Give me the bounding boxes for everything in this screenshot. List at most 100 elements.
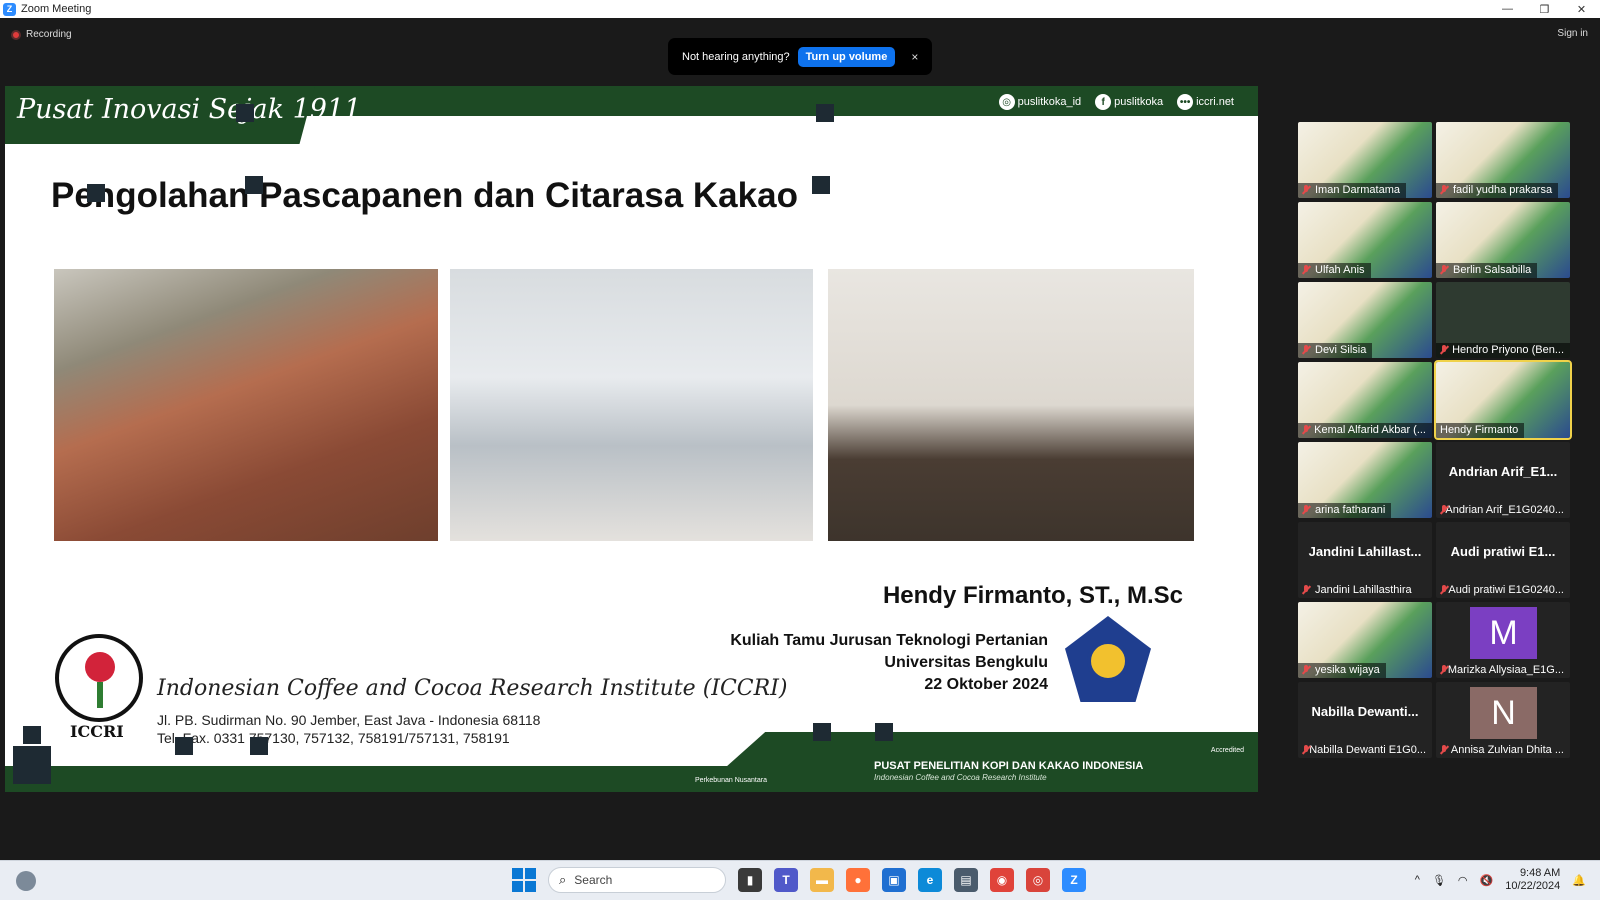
close-button[interactable]: ✕ (1563, 0, 1600, 18)
social-instagram-text: puslitkoka_id (1017, 96, 1082, 108)
presenter-name: Hendy Firmanto, ST., M.Sc (882, 582, 1183, 609)
slide-social-links: ◎ puslitkoka_id f puslitkoka ••• iccri.n… (998, 94, 1234, 110)
sign-in-link[interactable]: Sign in (1557, 28, 1588, 39)
window-controls: — ❐ ✕ (1489, 0, 1600, 18)
footer-accredited: Accredited (1210, 747, 1244, 754)
occlusion-square (813, 723, 831, 741)
audio-toast: Not hearing anything? Turn up volume × (668, 38, 932, 75)
university-emblem-icon (1065, 616, 1151, 702)
clock-time: 9:48 AM (1519, 867, 1561, 879)
file-explorer-window-icon[interactable]: ▮ (738, 868, 762, 892)
taskbar-search[interactable]: ⌕ Search (548, 867, 726, 893)
wifi-icon[interactable]: ◠ (1458, 874, 1468, 887)
participant-name: Berlin Salsabilla (1436, 263, 1538, 278)
toast-close-icon[interactable]: × (911, 50, 918, 64)
turn-up-volume-button[interactable]: Turn up volume (797, 46, 896, 67)
participant-big-name: Andrian Arif_E1... (1448, 464, 1558, 479)
speaker-muted-icon[interactable]: 🔇 (1480, 874, 1494, 887)
participant-tile[interactable]: N Annisa Zulvian Dhita ... (1436, 682, 1570, 758)
mic-muted-icon (1440, 265, 1448, 275)
footer-left-label: Perkebunan Nusantara (695, 777, 767, 784)
participant-name: Iman Darmatama (1298, 183, 1406, 198)
occlusion-square (13, 746, 51, 784)
participant-tile[interactable]: Audi pratiwi E1... Audi pratiwi E1G0240..… (1436, 522, 1570, 598)
footer-title: PUSAT PENELITIAN KOPI DAN KAKAO INDONESI… (874, 760, 1144, 772)
participant-tile[interactable]: Hendro Priyono (Ben... (1436, 282, 1570, 358)
mic-muted-icon (1302, 585, 1310, 595)
participant-name: yesika wijaya (1298, 663, 1386, 678)
participant-name: Hendro Priyono (Ben... (1436, 343, 1570, 358)
instagram-icon: ◎ (998, 94, 1015, 110)
participant-name: Audi pratiwi E1G0240... (1436, 583, 1570, 598)
participant-tile[interactable]: Andrian Arif_E1... Andrian Arif_E1G0240..… (1436, 442, 1570, 518)
remote-desktop-icon[interactable]: ▤ (954, 868, 978, 892)
minimize-button[interactable]: — (1489, 0, 1526, 18)
occlusion-square (175, 737, 193, 755)
recording-label: Recording (26, 29, 72, 40)
recording-indicator[interactable]: Recording (11, 29, 72, 40)
participant-tile[interactable]: arina fatharani (1298, 442, 1432, 518)
start-button[interactable] (512, 868, 536, 892)
chrome-alt-icon[interactable]: ◎ (1026, 868, 1050, 892)
mic-muted-icon (1440, 585, 1447, 595)
occlusion-square (875, 723, 893, 741)
tray-chevron-icon[interactable]: ^ (1415, 874, 1420, 886)
mic-muted-icon (1440, 745, 1446, 755)
participant-tile[interactable]: M Marizka Allysiaa_E1G... (1436, 602, 1570, 678)
occlusion-square (816, 104, 834, 122)
social-web: ••• iccri.net (1177, 94, 1234, 110)
participant-tile[interactable]: Iman Darmatama (1298, 122, 1432, 198)
participant-tile[interactable]: Devi Silsia (1298, 282, 1432, 358)
participant-tile[interactable]: yesika wijaya (1298, 602, 1432, 678)
social-web-text: iccri.net (1196, 96, 1234, 108)
mic-muted-icon (1440, 345, 1447, 355)
mic-muted-icon (1302, 665, 1310, 675)
taskbar-apps: ⌕ Search ▮ T ▬ ● ▣ e ▤ ◉ ◎ Z (512, 867, 1086, 893)
participant-name: Hendy Firmanto (1436, 423, 1525, 438)
window-titlebar: Z Zoom Meeting — ❐ ✕ (0, 0, 1600, 18)
shared-screen-slide: Pusat Inovasi Sejak 1911 ◎ puslitkoka_id… (5, 86, 1258, 792)
participant-tile[interactable]: fadil yudha prakarsa (1436, 122, 1570, 198)
participant-tile[interactable]: Berlin Salsabilla (1436, 202, 1570, 278)
participant-name: Nabilla Dewanti E1G0... (1298, 743, 1432, 758)
participant-tile[interactable]: Kemal Alfarid Akbar (... (1298, 362, 1432, 438)
folder-icon[interactable]: ▬ (810, 868, 834, 892)
teams-icon[interactable]: T (774, 868, 798, 892)
participant-name: arina fatharani (1298, 503, 1392, 518)
search-icon: ⌕ (559, 872, 567, 887)
participant-tile[interactable]: Jandini Lahillast... Jandini Lahillasthir… (1298, 522, 1432, 598)
restore-button[interactable]: ❐ (1526, 0, 1563, 18)
participant-name: Annisa Zulvian Dhita ... (1436, 743, 1570, 758)
participant-name: Ulfah Anis (1298, 263, 1371, 278)
toast-message: Not hearing anything? (682, 50, 790, 63)
mic-muted-icon (1302, 185, 1310, 195)
occlusion-square (23, 726, 41, 744)
institute-address: Jl. PB. Sudirman No. 90 Jember, East Jav… (157, 711, 540, 747)
zoom-app-icon: Z (3, 2, 16, 16)
mic-muted-icon (1302, 505, 1310, 515)
participant-tile[interactable]: Ulfah Anis (1298, 202, 1432, 278)
recording-dot-icon (11, 29, 21, 40)
tray-mic-icon[interactable]: 🎙 (1432, 874, 1446, 887)
chrome-icon[interactable]: ◉ (990, 868, 1014, 892)
weather-widget-icon[interactable] (16, 871, 36, 891)
edge-icon[interactable]: e (918, 868, 942, 892)
notification-bell-icon[interactable]: 🔔 (1572, 874, 1586, 887)
processing-room-photo (450, 269, 813, 541)
occlusion-square (236, 104, 254, 122)
chocolate-makers-photo (828, 269, 1194, 541)
store-icon[interactable]: ▣ (882, 868, 906, 892)
occlusion-square (250, 737, 268, 755)
social-instagram: ◎ puslitkoka_id (998, 94, 1082, 110)
taskbar-clock[interactable]: 9:48 AM 10/22/2024 (1505, 867, 1560, 893)
participant-big-name: Jandini Lahillast... (1308, 544, 1422, 559)
participant-name: Jandini Lahillasthira (1298, 583, 1418, 598)
clock-date: 10/22/2024 (1505, 880, 1561, 892)
firefox-icon[interactable]: ● (846, 868, 870, 892)
participant-tile[interactable]: Nabilla Dewanti... Nabilla Dewanti E1G0..… (1298, 682, 1432, 758)
zoom-icon[interactable]: Z (1062, 868, 1086, 892)
occlusion-square (87, 184, 105, 202)
mic-muted-icon (1302, 425, 1309, 435)
occlusion-square (245, 176, 263, 194)
participant-tile-active-speaker[interactable]: Hendy Firmanto (1434, 360, 1572, 440)
